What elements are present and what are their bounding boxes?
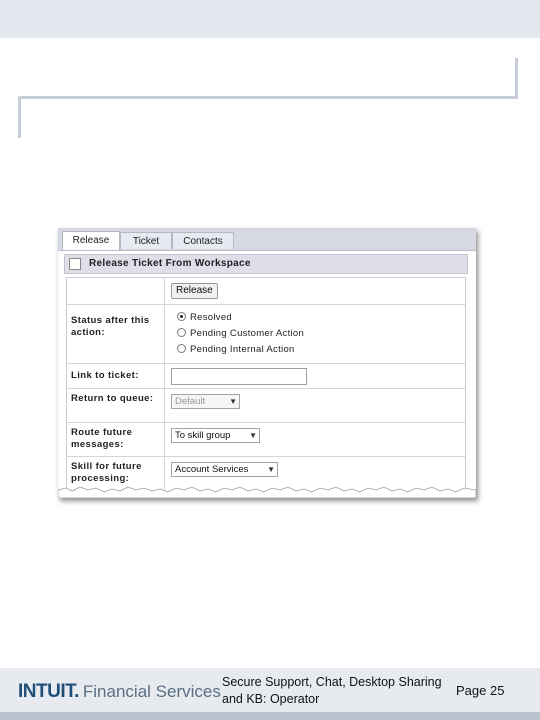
radio-icon — [177, 327, 186, 337]
frame-line-right — [515, 58, 518, 99]
link-ticket-input[interactable] — [171, 368, 307, 385]
page-number: Page 25 — [456, 683, 505, 698]
panel-header: Release Ticket From Workspace — [64, 254, 468, 274]
frame-line-top — [18, 96, 518, 99]
status-label: Status after this action: — [67, 305, 165, 363]
top-band — [0, 0, 540, 38]
radio-selected-icon — [177, 311, 186, 321]
skill-select[interactable]: Account Services ▼ — [171, 462, 278, 477]
form-row-queue: Return to queue: Default ▼ — [67, 389, 465, 423]
frame-line-left — [18, 96, 21, 138]
screenshot-panel: Release Ticket Contacts Release Ticket F… — [58, 228, 476, 498]
option-label: Pending Internal Action — [190, 344, 295, 355]
tab-ticket[interactable]: Ticket — [120, 232, 172, 249]
torn-edge — [58, 486, 476, 498]
chevron-down-icon: ▼ — [249, 431, 257, 440]
tab-contacts[interactable]: Contacts — [172, 232, 234, 249]
route-value: To skill group — [175, 430, 231, 441]
empty-label-cell — [67, 278, 165, 304]
route-label: Route future messages: — [67, 423, 165, 456]
chevron-down-icon: ▼ — [267, 465, 275, 474]
link-label: Link to ticket: — [67, 364, 165, 388]
tab-release[interactable]: Release — [62, 231, 120, 250]
skill-value: Account Services — [175, 464, 249, 475]
footer-bottom-strip — [0, 712, 540, 720]
form-row-link: Link to ticket: — [67, 364, 465, 389]
panel-title: Release Ticket From Workspace — [89, 258, 251, 269]
release-form: Release Status after this action: Resolv… — [66, 277, 466, 498]
chevron-down-icon: ▼ — [229, 397, 237, 406]
release-button[interactable]: Release — [171, 283, 218, 299]
footer-title: Secure Support, Chat, Desktop Sharing an… — [222, 675, 442, 706]
queue-select[interactable]: Default ▼ — [171, 394, 240, 409]
radio-option-resolved[interactable]: Resolved — [177, 311, 233, 323]
radio-icon — [177, 343, 186, 353]
radio-option-pending-customer[interactable]: Pending Customer Action — [177, 327, 305, 339]
panel-checkbox[interactable] — [69, 258, 81, 270]
logo-brand: INTUIT. — [18, 681, 79, 702]
form-row-route: Route future messages: To skill group ▼ — [67, 423, 465, 457]
option-label: Resolved — [190, 312, 233, 323]
route-select[interactable]: To skill group ▼ — [171, 428, 260, 443]
queue-value: Default — [175, 396, 206, 407]
form-row-status: Status after this action: Resolved Pendi… — [67, 305, 465, 364]
option-label: Pending Customer Action — [190, 328, 305, 339]
radio-option-pending-internal[interactable]: Pending Internal Action — [177, 343, 295, 355]
form-row-release: Release — [67, 278, 465, 305]
queue-label: Return to queue: — [67, 389, 165, 422]
tab-strip: Release Ticket Contacts — [58, 228, 476, 251]
logo-tagline: Financial Services — [82, 682, 221, 701]
intuit-logo: INTUIT. Financial Services — [18, 681, 221, 703]
